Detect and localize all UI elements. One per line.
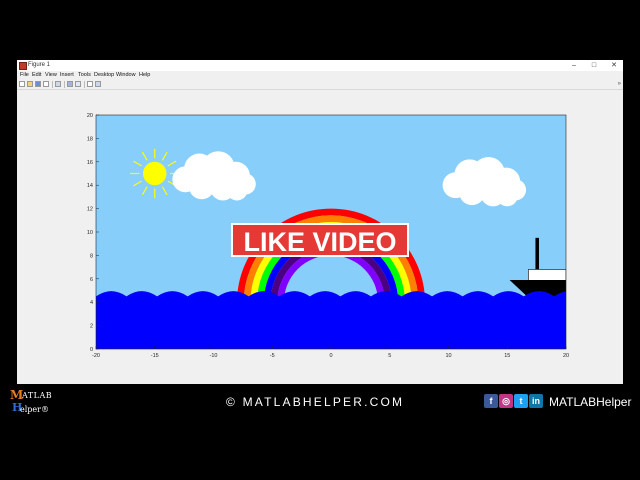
y-tick-label: 12 xyxy=(87,207,93,213)
x-tick-label: 0 xyxy=(329,353,332,359)
sun xyxy=(143,161,167,186)
facebook-icon[interactable]: f xyxy=(484,394,498,408)
x-tick-label: -5 xyxy=(270,353,275,359)
y-tick-label: 20 xyxy=(87,113,93,119)
twitter-icon[interactable]: t xyxy=(514,394,528,408)
x-tick-label: -10 xyxy=(210,353,218,359)
banner-text: LIKE VIDEO xyxy=(243,227,396,257)
x-tick-label: -15 xyxy=(151,353,159,359)
social-handle: MATLABHelper xyxy=(549,395,632,409)
instagram-icon[interactable]: ◎ xyxy=(499,394,513,408)
y-tick-label: 4 xyxy=(90,300,93,306)
x-tick-label: 5 xyxy=(388,353,391,359)
x-tick-label: 15 xyxy=(504,353,510,359)
y-tick-label: 16 xyxy=(87,160,93,166)
y-tick-label: 0 xyxy=(90,347,93,353)
y-tick-label: 6 xyxy=(90,277,93,283)
like-video-banner[interactable]: LIKE VIDEO xyxy=(231,223,409,257)
sea xyxy=(96,291,566,349)
y-tick-label: 8 xyxy=(90,253,93,259)
linkedin-icon[interactable]: in xyxy=(529,394,543,408)
ship-mast xyxy=(535,237,539,270)
y-tick-label: 10 xyxy=(87,230,93,236)
y-tick-label: 18 xyxy=(87,136,93,142)
cloud-puff xyxy=(496,185,518,207)
x-tick-label: 20 xyxy=(563,353,569,359)
x-tick-label: 10 xyxy=(445,353,451,359)
y-tick-label: 2 xyxy=(90,324,93,330)
cloud-puff xyxy=(226,179,248,201)
copyright-text: © MATLABHELPER.COM xyxy=(226,395,405,409)
x-tick-label: -20 xyxy=(92,353,100,359)
y-tick-label: 14 xyxy=(87,183,93,189)
